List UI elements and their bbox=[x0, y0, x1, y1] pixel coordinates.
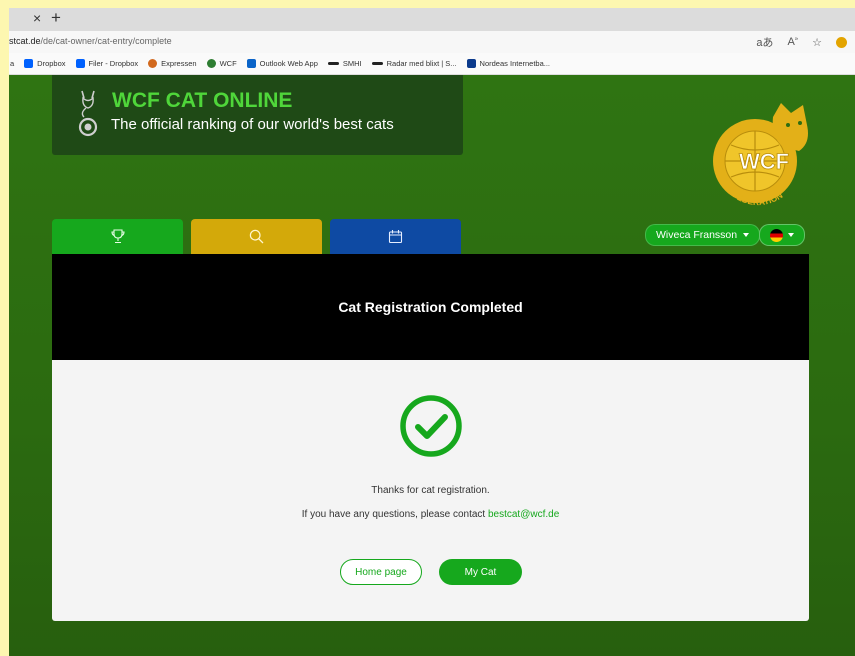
bookmark-item[interactable]: Nordeas Internetba... bbox=[466, 59, 551, 68]
address-bar-actions: aあ A» ☆ bbox=[756, 34, 847, 50]
bookmark-label: Nordeas Internetba... bbox=[479, 59, 551, 68]
tab-ranking[interactable] bbox=[52, 219, 183, 254]
bookmark-label: Expressen bbox=[161, 59, 197, 68]
bookmark-item[interactable]: Dropbox bbox=[24, 59, 66, 68]
site-subtitle: The official ranking of our world's best… bbox=[111, 116, 394, 133]
url-path: /de/cat-owner/cat-entry/complete bbox=[40, 36, 172, 46]
user-name: Wiveca Fransson bbox=[656, 229, 738, 241]
extension-icon[interactable] bbox=[836, 36, 847, 48]
success-check-icon bbox=[400, 395, 462, 457]
bookmark-label: SMHI bbox=[342, 59, 362, 68]
page-title: Cat Registration Completed bbox=[338, 299, 523, 315]
new-tab-icon[interactable]: + bbox=[51, 8, 61, 28]
bookmark-label: WCF bbox=[219, 59, 237, 68]
bookmark-item[interactable]: WCF bbox=[206, 59, 237, 68]
wcf-logo-text: WCF bbox=[739, 149, 789, 174]
chevron-down-icon bbox=[743, 233, 750, 237]
wcf-bookmark-icon bbox=[206, 59, 216, 68]
calendar-icon bbox=[388, 230, 403, 244]
read-aloud-icon[interactable]: A» bbox=[787, 36, 798, 48]
cat-logo-icon bbox=[78, 90, 98, 137]
bookmark-label: Filer - Dropbox bbox=[88, 59, 139, 68]
bookmark-label: Radar med blixt | S... bbox=[386, 59, 457, 68]
search-icon bbox=[249, 229, 264, 244]
outlook-icon bbox=[246, 59, 256, 68]
bookmark-label: Dropbox bbox=[37, 59, 66, 68]
address-bar[interactable]: stcat.de/de/cat-owner/cat-entry/complete… bbox=[9, 31, 855, 53]
thanks-message: Thanks for cat registration. bbox=[371, 485, 490, 496]
tab-search[interactable] bbox=[191, 219, 322, 254]
contact-message: If you have any questions, please contac… bbox=[52, 509, 809, 520]
wcf-emblem-logo[interactable]: WCF WORLD CAT FEDERATION bbox=[703, 103, 815, 215]
page-content: WCF CAT ONLINE The official ranking of o… bbox=[9, 75, 855, 656]
url-text[interactable]: stcat.de/de/cat-owner/cat-entry/complete bbox=[9, 36, 172, 46]
tab-calendar[interactable] bbox=[330, 219, 461, 254]
confirmation-card: Thanks for cat registration. If you have… bbox=[52, 360, 809, 621]
bookmark-item[interactable]: Filer - Dropbox bbox=[75, 59, 139, 68]
translate-icon[interactable]: aあ bbox=[756, 34, 773, 50]
nordea-icon bbox=[466, 59, 476, 68]
bookmark-item[interactable]: Expressen bbox=[148, 59, 197, 68]
bookmark-label: Outlook Web App bbox=[259, 59, 318, 68]
site-header[interactable]: WCF CAT ONLINE The official ranking of o… bbox=[52, 75, 463, 155]
site-title: WCF CAT ONLINE bbox=[112, 89, 293, 112]
dropbox-icon bbox=[24, 59, 34, 68]
contact-prefix: If you have any questions, please contac… bbox=[301, 509, 486, 520]
user-menu-button[interactable]: Wiveca Fransson bbox=[645, 224, 761, 246]
expressen-icon bbox=[148, 59, 158, 68]
chevron-down-icon bbox=[788, 233, 794, 237]
bookmarks-bar: a Dropbox Filer - Dropbox Expressen WCF … bbox=[9, 53, 855, 75]
bookmark-item[interactable]: SMHI bbox=[327, 59, 362, 68]
page-header-band: Cat Registration Completed bbox=[52, 254, 809, 360]
german-flag-icon bbox=[770, 228, 783, 242]
trophy-icon bbox=[110, 229, 125, 244]
url-host: stcat.de bbox=[9, 36, 41, 46]
bookmark-item[interactable]: Outlook Web App bbox=[246, 59, 318, 68]
browser-window: × + stcat.de/de/cat-owner/cat-entry/comp… bbox=[9, 8, 855, 656]
language-selector[interactable] bbox=[759, 224, 805, 246]
tab-strip: × + bbox=[9, 8, 855, 31]
tab-close-icon[interactable]: × bbox=[33, 10, 41, 26]
smhi-icon bbox=[327, 62, 339, 65]
contact-email-link[interactable]: bestcat@wcf.de bbox=[488, 509, 559, 520]
my-cat-button[interactable]: My Cat bbox=[439, 559, 522, 585]
bookmark-item[interactable]: Radar med blixt | S... bbox=[371, 59, 457, 68]
favorite-star-icon[interactable]: ☆ bbox=[812, 36, 822, 49]
home-page-button[interactable]: Home page bbox=[340, 559, 422, 585]
bookmark-overflow-icon[interactable]: a bbox=[10, 59, 14, 68]
dropbox-icon bbox=[75, 59, 85, 68]
smhi-icon bbox=[371, 62, 383, 65]
